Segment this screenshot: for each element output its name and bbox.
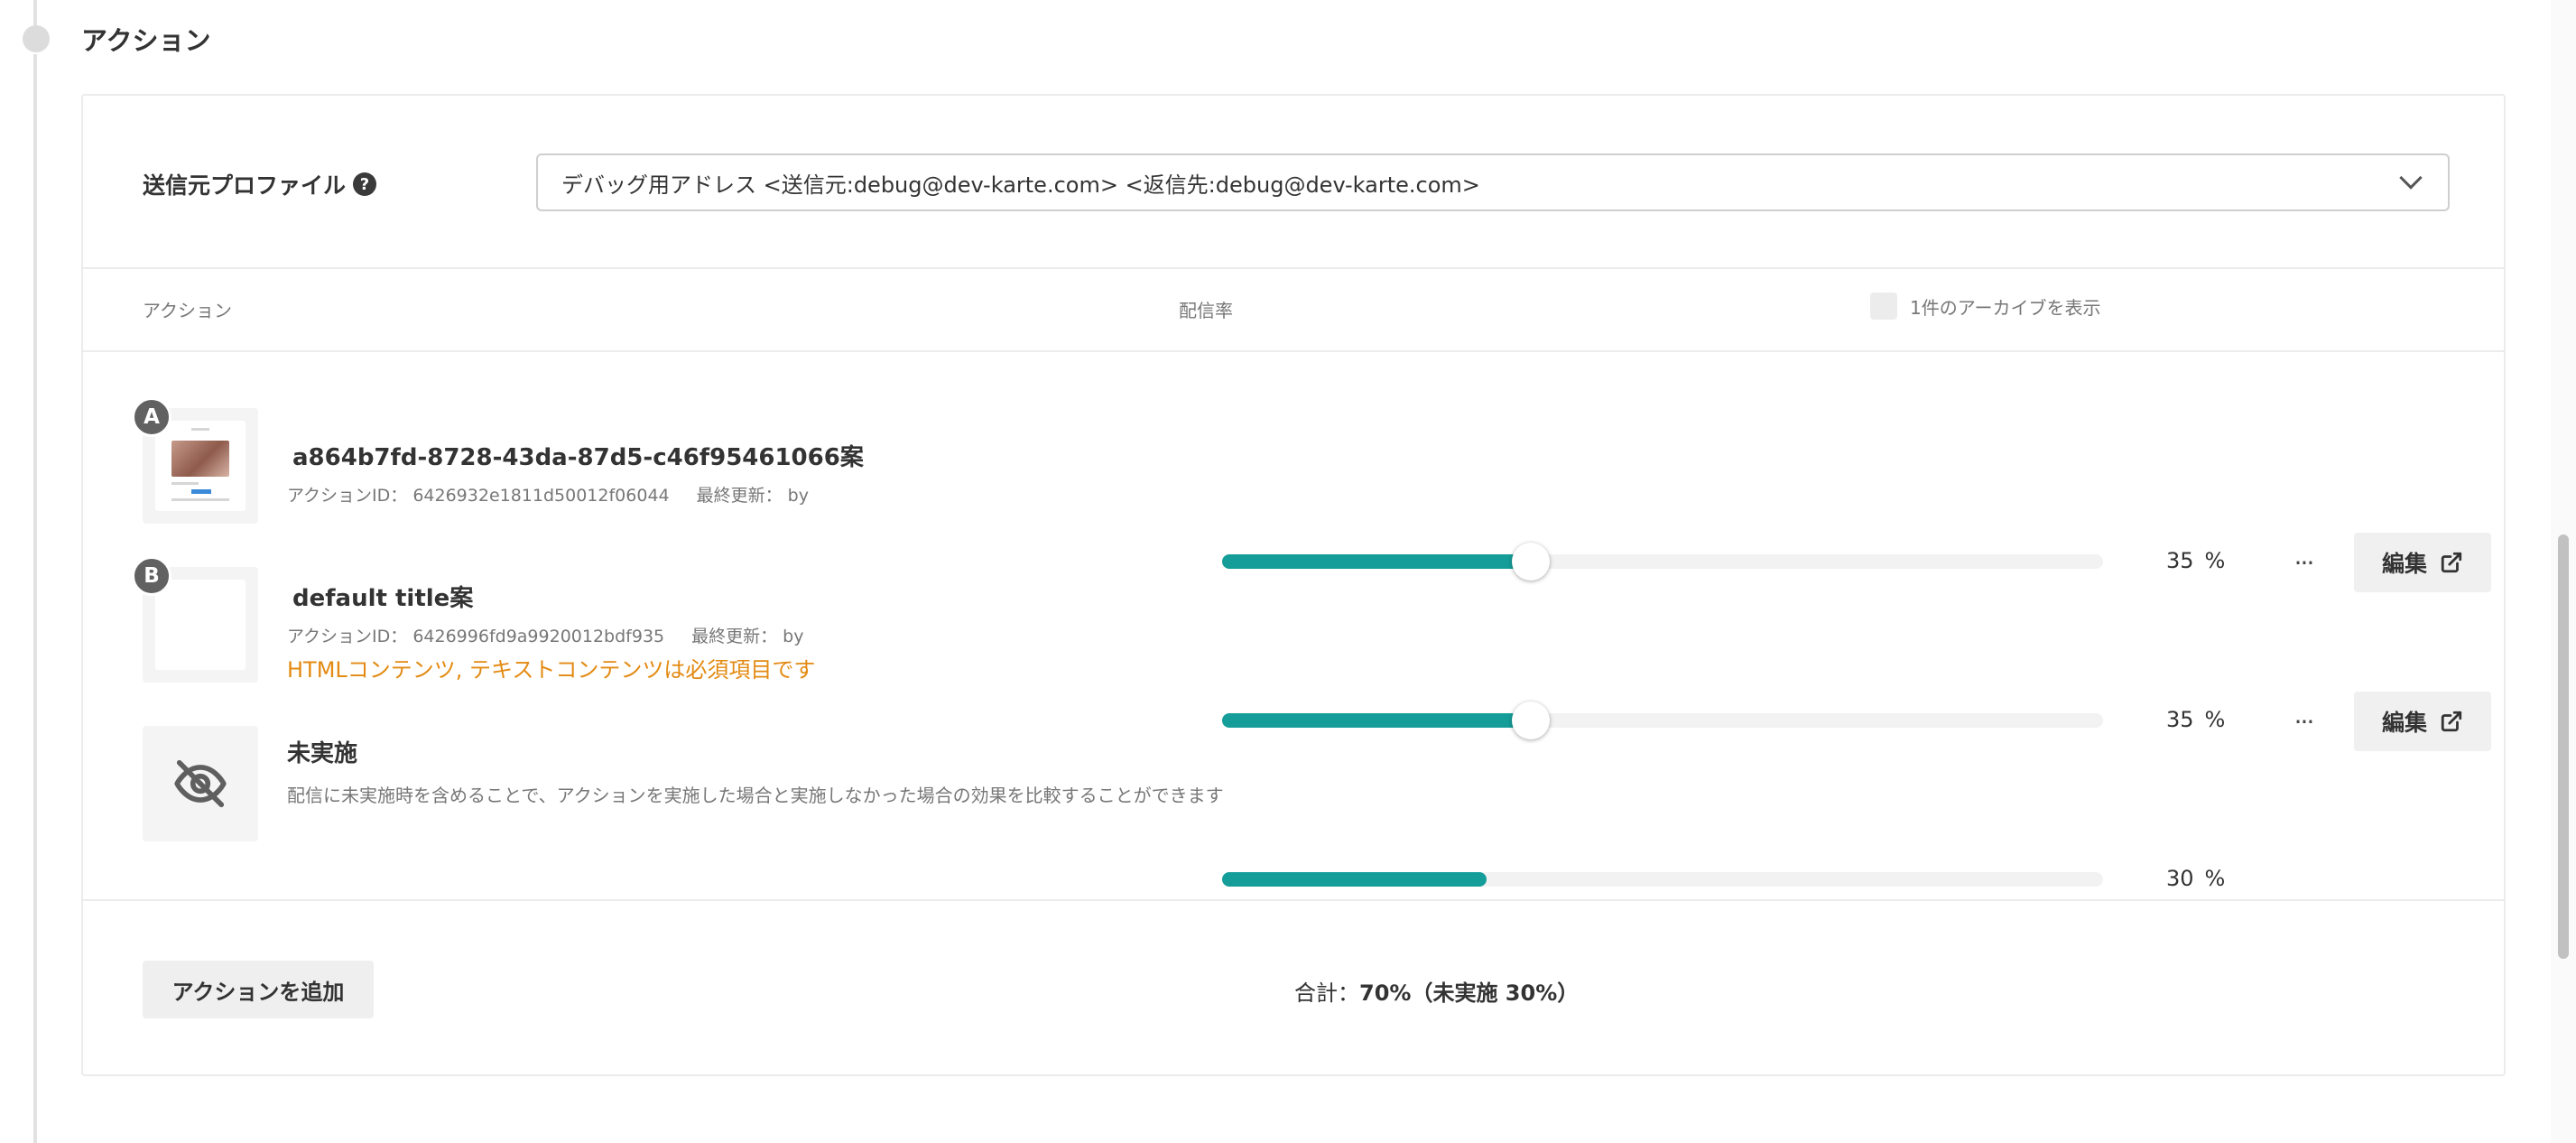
show-archive-label: 1件のアーカイブを表示 bbox=[1910, 296, 2101, 319]
thumbnail-preview bbox=[155, 421, 246, 511]
control-group-row: 未実施 配信に未実施時を含めることで、アクションを実施した場合と実施しなかった場… bbox=[83, 726, 2504, 891]
rate-percent: 30% bbox=[2166, 866, 2225, 891]
column-header-action: アクション bbox=[143, 300, 232, 321]
timeline-line bbox=[33, 54, 37, 1143]
divider bbox=[83, 899, 2504, 901]
sender-profile-value: デバッグ用アドレス <送信元:debug@dev-karte.com> <返信先… bbox=[561, 172, 1480, 198]
scrollbar-thumb[interactable] bbox=[2558, 534, 2569, 959]
sender-profile-label-text: 送信元プロファイル bbox=[143, 172, 347, 199]
column-header-rate: 配信率 bbox=[1179, 300, 1233, 321]
action-id: アクションID： 6426996fd9a9920012bdf935 bbox=[287, 627, 665, 646]
section-title: アクション bbox=[81, 25, 211, 56]
total-summary: 合計：70%（未実施 30%） bbox=[1294, 975, 1579, 1007]
last-updated: 最終更新： by bbox=[696, 486, 809, 506]
action-row-a: A a864b7fd-8728-43da-87d5-c46f95461066案 … bbox=[83, 397, 2504, 592]
action-row-b: B default title案 アクションID： 6426996fd9a992… bbox=[83, 556, 2504, 751]
eye-slash-icon bbox=[174, 759, 227, 808]
control-group-description: 配信に未実施時を含めることで、アクションを実施した場合と実施しなかった場合の効果… bbox=[287, 785, 1224, 806]
last-updated: 最終更新： by bbox=[691, 627, 804, 646]
control-group-thumbnail bbox=[143, 726, 258, 841]
sender-profile-select[interactable]: デバッグ用アドレス <送信元:debug@dev-karte.com> <返信先… bbox=[536, 153, 2450, 211]
action-meta: アクションID： 6426996fd9a9920012bdf935 最終更新： b… bbox=[287, 623, 803, 647]
action-meta: アクションID： 6426932e1811d50012f06044 最終更新： b… bbox=[287, 482, 809, 506]
sender-profile-label: 送信元プロファイル ? bbox=[143, 168, 377, 200]
action-panel: 送信元プロファイル ? デバッグ用アドレス <送信元:debug@dev-kar… bbox=[81, 94, 2506, 1076]
timeline-line bbox=[33, 0, 37, 25]
total-value: 70%（未実施 30%） bbox=[1359, 980, 1580, 1006]
thumbnail-preview bbox=[155, 580, 246, 670]
action-title: default title案 bbox=[292, 585, 474, 612]
rate-bar bbox=[1222, 872, 2103, 887]
add-action-button[interactable]: アクションを追加 bbox=[143, 961, 374, 1018]
divider bbox=[83, 350, 2504, 352]
action-title: a864b7fd-8728-43da-87d5-c46f95461066案 bbox=[292, 444, 864, 471]
timeline-dot bbox=[23, 25, 50, 52]
rate-bar-fill bbox=[1222, 872, 1487, 887]
show-archive-checkbox[interactable] bbox=[1870, 293, 1897, 320]
total-prefix: 合計： bbox=[1294, 980, 1359, 1006]
validation-error: HTMLコンテンツ, テキストコンテンツは必須項目です bbox=[287, 657, 816, 683]
action-id: アクションID： 6426932e1811d50012f06044 bbox=[287, 486, 670, 506]
rate-unit: % bbox=[2204, 866, 2226, 891]
show-archive-toggle[interactable]: 1件のアーカイブを表示 bbox=[1870, 293, 2101, 320]
variant-badge: B bbox=[132, 556, 171, 596]
rate-value: 30 bbox=[2166, 866, 2194, 891]
divider bbox=[83, 267, 2504, 269]
variant-badge: A bbox=[132, 397, 171, 437]
question-circle-icon[interactable]: ? bbox=[353, 172, 377, 196]
chevron-down-icon bbox=[2399, 166, 2423, 190]
control-group-title: 未実施 bbox=[287, 740, 358, 767]
